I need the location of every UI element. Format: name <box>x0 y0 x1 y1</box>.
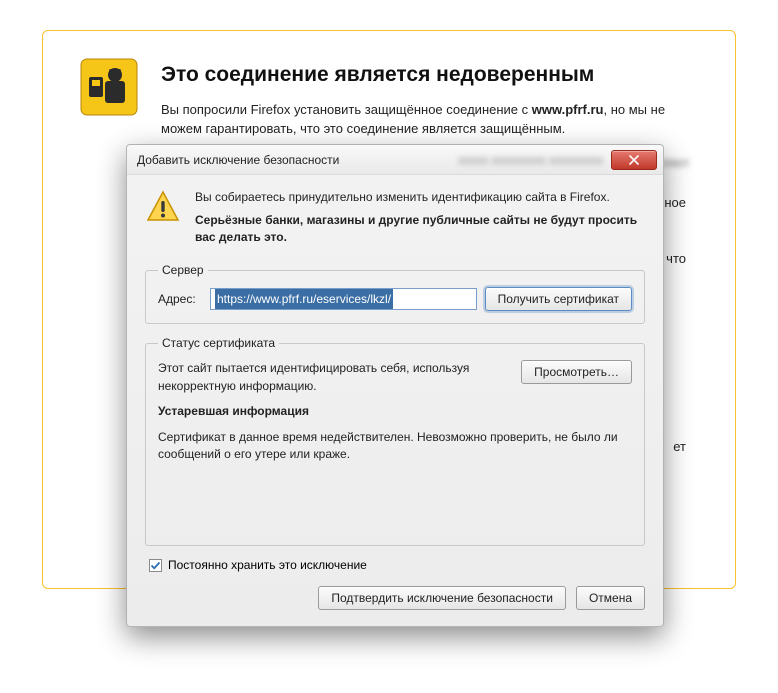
dialog-titlebar[interactable]: Добавить исключение безопасности xxxxx x… <box>127 145 663 175</box>
page-intro: Вы попросили Firefox установить защищённ… <box>161 101 699 139</box>
view-certificate-button[interactable]: Просмотреть… <box>521 360 632 384</box>
stale-info-text: Сертификат в данное время недействителен… <box>158 429 632 464</box>
cert-status-desc: Этот сайт пытается идентифицировать себя… <box>158 360 511 395</box>
confirm-exception-button[interactable]: Подтвердить исключение безопасности <box>318 586 566 610</box>
address-label: Адрес: <box>158 292 202 306</box>
page-title: Это соединение является недоверенным <box>161 63 699 87</box>
checkmark-icon <box>150 560 161 571</box>
get-certificate-button[interactable]: Получить сертификат <box>485 287 632 311</box>
server-legend: Сервер <box>158 263 208 277</box>
store-exception-label: Постоянно хранить это исключение <box>168 558 367 572</box>
dialog-title: Добавить исключение безопасности <box>137 153 458 167</box>
close-icon <box>629 155 639 165</box>
close-button[interactable] <box>611 150 657 170</box>
cancel-button[interactable]: Отмена <box>576 586 645 610</box>
cert-status-legend: Статус сертификата <box>158 336 279 350</box>
obscured-titlebar-text: xxxxx xxxxxxxxx xxxxxxxxx <box>458 153 603 167</box>
add-security-exception-dialog: Добавить исключение безопасности xxxxx x… <box>126 144 664 627</box>
stale-info-heading: Устаревшая информация <box>158 403 632 420</box>
cert-status-fieldset: Статус сертификата Этот сайт пытается ид… <box>145 336 645 546</box>
address-input[interactable]: https://www.pfrf.ru/eservices/lkzl/ <box>210 288 477 310</box>
obscured-fragment: ет <box>673 439 686 454</box>
server-fieldset: Сервер Адрес: https://www.pfrf.ru/eservi… <box>145 263 645 324</box>
dialog-warning: Серьёзные банки, магазины и другие публи… <box>195 212 645 246</box>
warning-icon <box>145 189 181 251</box>
store-exception-checkbox[interactable] <box>149 559 162 572</box>
dialog-intro: Вы собираетесь принудительно изменить ид… <box>195 189 645 206</box>
